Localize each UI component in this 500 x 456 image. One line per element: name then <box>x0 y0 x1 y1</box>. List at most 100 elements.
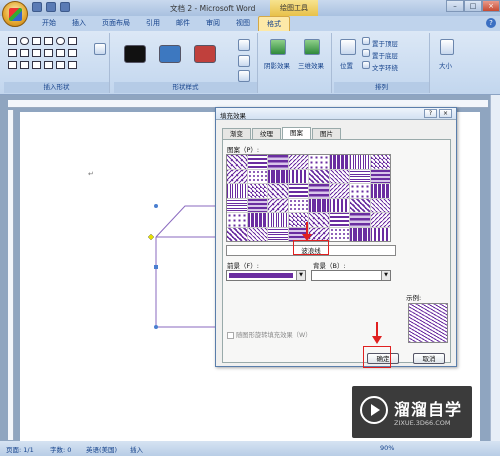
pattern-swatch[interactable] <box>288 184 308 198</box>
insert-mode[interactable]: 插入 <box>130 444 143 454</box>
tab-view[interactable]: 视图 <box>228 16 258 31</box>
pattern-swatch[interactable] <box>247 213 267 227</box>
fill-color-icon[interactable] <box>238 39 250 51</box>
pattern-swatch[interactable] <box>247 198 267 212</box>
redo-icon[interactable] <box>60 2 70 12</box>
oval-shape-icon[interactable] <box>20 37 29 45</box>
change-shape-icon[interactable] <box>238 70 250 82</box>
help-icon[interactable]: ? <box>486 18 496 28</box>
pattern-swatch[interactable] <box>288 198 308 212</box>
office-button[interactable] <box>2 1 28 27</box>
rotate-with-shape-checkbox[interactable]: 随图形旋转填充效果（W） <box>227 330 312 339</box>
pattern-swatch[interactable] <box>309 198 329 212</box>
pattern-swatch[interactable] <box>370 227 390 241</box>
style-swatch-red[interactable] <box>194 45 216 63</box>
shadow-effect-button[interactable]: 阴影效果 <box>264 60 290 70</box>
more-shapes-icon[interactable] <box>68 61 77 69</box>
pattern-swatch[interactable] <box>227 169 247 183</box>
vertical-scrollbar[interactable] <box>490 95 500 441</box>
tab-insert[interactable]: 插入 <box>64 16 94 31</box>
pattern-swatch[interactable] <box>309 213 329 227</box>
tab-home[interactable]: 开始 <box>34 16 64 31</box>
close-button[interactable]: × <box>482 0 500 12</box>
pattern-swatch[interactable] <box>350 184 370 198</box>
edit-shape-icon[interactable] <box>94 43 106 55</box>
pentagon-shape-icon[interactable] <box>32 37 41 45</box>
pattern-swatch[interactable] <box>370 213 390 227</box>
dialog-help-button[interactable]: ? <box>424 109 437 118</box>
bring-front-button[interactable]: 置于顶层 <box>372 38 398 48</box>
save-icon[interactable] <box>32 2 42 12</box>
pattern-swatch[interactable] <box>329 184 349 198</box>
size-icon[interactable] <box>440 39 454 55</box>
send-back-button[interactable]: 置于底层 <box>372 50 398 60</box>
pattern-swatch[interactable] <box>350 169 370 183</box>
pattern-swatch[interactable] <box>309 155 329 169</box>
dialog-close-button[interactable]: × <box>439 109 452 118</box>
block-arrow-shape-icon[interactable] <box>20 61 29 69</box>
curve-shape-icon[interactable] <box>8 61 17 69</box>
pattern-swatch[interactable] <box>268 213 288 227</box>
pattern-swatch[interactable] <box>309 169 329 183</box>
size-button[interactable]: 大小 <box>439 60 452 70</box>
textbox-shape-icon[interactable] <box>68 37 77 45</box>
pattern-swatch[interactable] <box>370 184 390 198</box>
tab-picture[interactable]: 图片 <box>312 128 341 139</box>
circle-shape-icon[interactable] <box>56 37 65 45</box>
pattern-swatch[interactable] <box>329 213 349 227</box>
brace-shape-icon[interactable] <box>68 49 77 57</box>
pattern-swatch[interactable] <box>309 184 329 198</box>
pattern-swatch[interactable] <box>227 155 247 169</box>
rectangle-shape-icon[interactable] <box>8 37 17 45</box>
pattern-swatch[interactable] <box>350 198 370 212</box>
pattern-swatch[interactable] <box>350 155 370 169</box>
heart-shape-icon[interactable] <box>32 61 41 69</box>
pattern-swatch[interactable] <box>268 184 288 198</box>
pattern-swatch[interactable] <box>370 169 390 183</box>
pattern-swatch[interactable] <box>288 213 308 227</box>
pattern-swatch[interactable] <box>227 227 247 241</box>
pattern-swatch[interactable] <box>268 227 288 241</box>
pattern-swatch[interactable] <box>329 169 349 183</box>
plus-shape-icon[interactable] <box>56 61 65 69</box>
3d-effect-icon[interactable] <box>304 39 320 55</box>
tab-references[interactable]: 引用 <box>138 16 168 31</box>
zoom-level[interactable]: 90% <box>380 444 394 452</box>
pattern-swatch[interactable] <box>247 155 267 169</box>
pattern-swatch[interactable] <box>227 198 247 212</box>
callout-shape-icon[interactable] <box>44 49 53 57</box>
style-swatch-black[interactable] <box>124 45 146 63</box>
pattern-swatch[interactable] <box>247 184 267 198</box>
style-swatch-blue[interactable] <box>159 45 181 63</box>
word-count[interactable]: 字数: 0 <box>50 444 71 454</box>
line-color-icon[interactable] <box>238 55 250 67</box>
pattern-swatch[interactable] <box>268 155 288 169</box>
3d-effect-button[interactable]: 三维效果 <box>298 60 324 70</box>
pattern-swatch[interactable] <box>227 184 247 198</box>
pattern-swatch[interactable] <box>288 155 308 169</box>
pattern-swatch[interactable] <box>227 213 247 227</box>
text-wrap-button[interactable]: 文字环绕 <box>372 62 398 72</box>
tab-format[interactable]: 格式 <box>258 16 290 31</box>
tab-review[interactable]: 审阅 <box>198 16 228 31</box>
pattern-swatch[interactable] <box>268 169 288 183</box>
pattern-swatch[interactable] <box>370 155 390 169</box>
pattern-swatch[interactable] <box>350 227 370 241</box>
pattern-swatch[interactable] <box>370 198 390 212</box>
pattern-swatch[interactable] <box>329 227 349 241</box>
undo-icon[interactable] <box>46 2 56 12</box>
pattern-swatch[interactable] <box>329 198 349 212</box>
pattern-swatch[interactable] <box>247 227 267 241</box>
pattern-swatch[interactable] <box>268 198 288 212</box>
pattern-swatch[interactable] <box>309 227 329 241</box>
tab-mailings[interactable]: 邮件 <box>168 16 198 31</box>
tab-gradient[interactable]: 渐变 <box>222 128 251 139</box>
line-shape-icon[interactable] <box>8 49 17 57</box>
position-icon[interactable] <box>340 39 356 55</box>
cloud-shape-icon[interactable] <box>44 61 53 69</box>
maximize-button[interactable]: □ <box>464 0 482 12</box>
tab-pattern[interactable]: 图案 <box>282 127 311 139</box>
pattern-swatch[interactable] <box>247 169 267 183</box>
triangle-shape-icon[interactable] <box>32 49 41 57</box>
pattern-swatch[interactable] <box>288 227 308 241</box>
